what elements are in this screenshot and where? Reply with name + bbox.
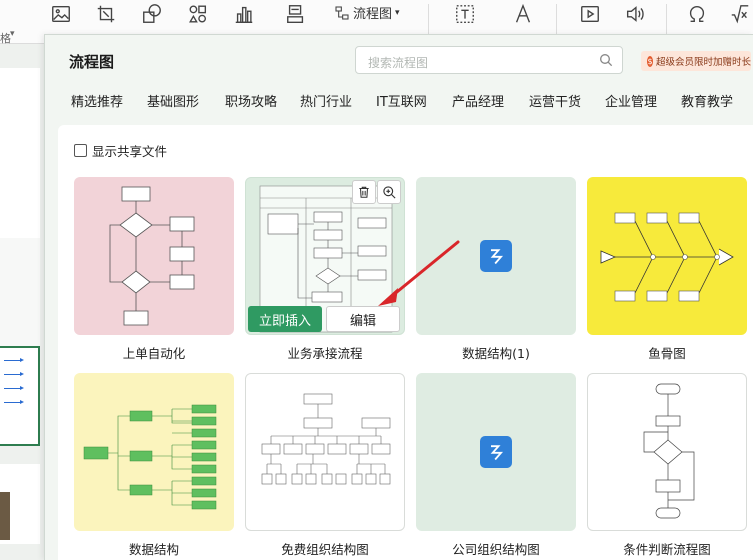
template-title: 数据结构(1) [462,346,530,361]
template-title: 业务承接流程 [287,346,363,361]
tab-it-internet[interactable]: IT互联网 [376,91,427,110]
audio-icon[interactable] [622,2,648,26]
flow-arrow [4,358,24,362]
document-image [0,492,10,540]
wordart-icon[interactable] [510,2,536,26]
selected-flowchart-object[interactable] [0,346,40,446]
template-title: 数据结构 [128,542,179,557]
tab-hot-industry[interactable]: 热门行业 [300,91,352,110]
chart-icon[interactable] [231,2,257,26]
template-card[interactable] [245,373,405,531]
template-card[interactable] [416,373,576,531]
search-placeholder: 搜索流程图 [368,56,429,70]
flow-arrow [4,386,24,390]
icon-library-icon[interactable] [185,2,211,26]
template-title: 免费组织结构图 [281,542,369,557]
panel-title: 流程图 [69,53,115,71]
ribbon-divider [666,4,667,38]
fishbone-thumbnail [600,212,734,302]
smart-graphic-icon[interactable] [283,2,309,26]
share-toggle[interactable]: 显示共享文件 [74,141,167,160]
vip-icon: $ [647,55,653,67]
chevron-down-icon: ▾ [395,7,400,18]
template-title: 条件判断流程图 [623,542,711,557]
share-checkbox[interactable] [74,144,87,157]
insert-now-button[interactable]: 立即插入 [248,306,322,332]
tab-product-manager[interactable]: 产品经理 [452,91,504,110]
zoom-icon[interactable] [377,180,401,204]
template-title: 鱼骨图 [648,346,686,361]
formula-icon[interactable] [727,2,753,26]
template-card[interactable] [74,177,234,335]
textbox-icon[interactable] [452,2,478,26]
flowchart-thumbnail [109,186,195,326]
vip-badge[interactable]: $ 超级会员限时加赠时长 [641,51,751,71]
tab-operations[interactable]: 运营干货 [529,91,581,110]
search-input[interactable]: 搜索流程图 [355,46,623,74]
chevron-down-icon: ▾ [10,29,15,39]
ribbon-divider [556,4,557,38]
condition-flowchart-thumbnail [643,383,695,519]
template-title: 公司组织结构图 [452,542,540,557]
data-structure-icon [480,436,512,468]
template-title: 上单自动化 [122,346,186,361]
picture-icon[interactable] [48,2,74,26]
video-icon[interactable] [577,2,603,26]
flow-arrow [4,372,24,376]
tab-education[interactable]: 教育教学 [681,91,733,110]
template-grid: 显示共享文件 上单自动化 立即插入 编辑 业务承接流程 数据结构(1) 鱼骨图 … [58,125,753,560]
document-page [0,68,40,242]
edit-button[interactable]: 编辑 [326,306,400,332]
template-card[interactable] [416,177,576,335]
template-card[interactable] [587,373,747,531]
ribbon-divider [428,4,429,38]
template-card-hovered[interactable]: 立即插入 编辑 [245,177,405,335]
template-card[interactable] [587,177,747,335]
flowchart-label: 流程图 [353,7,393,22]
delete-icon[interactable] [352,180,376,204]
symbol-icon[interactable] [684,2,710,26]
tab-management[interactable]: 企业管理 [605,91,657,110]
data-structure-icon [480,240,512,272]
share-label: 显示共享文件 [92,144,168,159]
document-area [0,44,44,560]
flow-arrow [4,400,24,404]
flowchart-icon [335,5,349,20]
tab-basic-shapes[interactable]: 基础图形 [147,91,199,110]
org-chart-thumbnail [261,393,391,485]
tab-workplace[interactable]: 职场攻略 [225,91,277,110]
tab-featured[interactable]: 精选推荐 [71,91,123,110]
search-icon[interactable] [598,52,614,68]
flowchart-menu-button[interactable]: 流程图 ▾ [334,3,400,22]
vip-badge-text: 超级会员限时加赠时长 [655,57,751,68]
data-structure-thumbnail [83,404,217,510]
flowchart-panel: 流程图 搜索流程图 $ 超级会员限时加赠时长 精选推荐 基础图形 职场攻略 热门… [44,34,753,560]
screenshot-icon[interactable] [93,2,119,26]
shape-icon[interactable] [139,2,165,26]
template-card[interactable] [74,373,234,531]
